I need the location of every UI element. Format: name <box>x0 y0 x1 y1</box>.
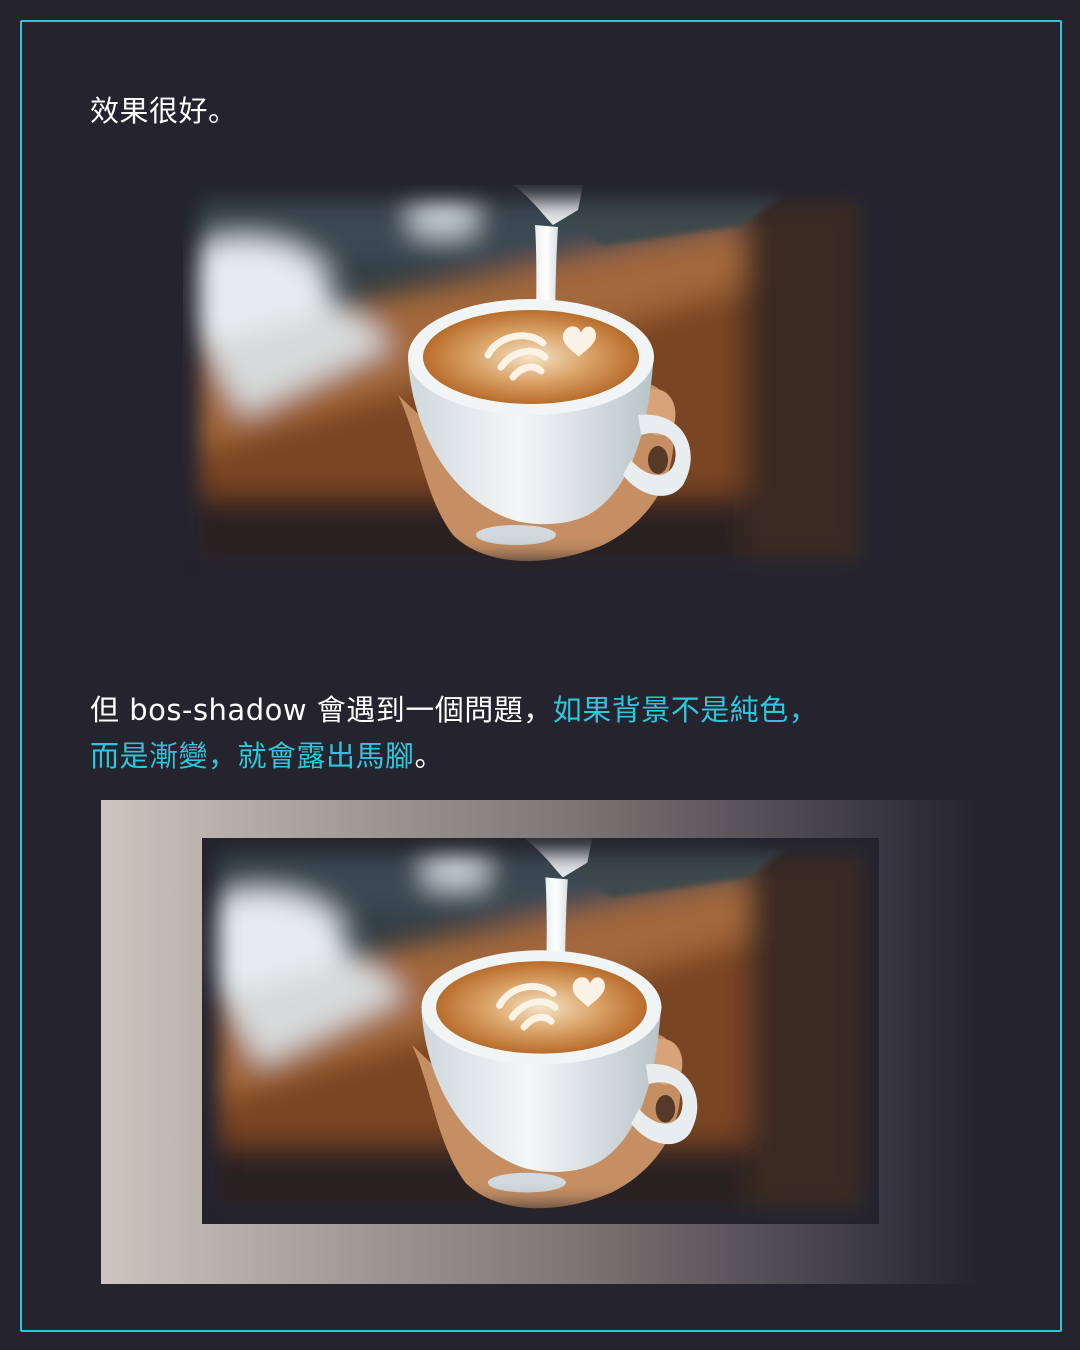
caption-problem: 但 bos-shadow 會遇到一個問題，如果背景不是純色， 而是漸變，就會露出馬… <box>90 687 818 779</box>
caption-good-effect: 效果很好。 <box>90 88 238 134</box>
caption-good-effect-text: 效果很好。 <box>90 94 238 128</box>
latte-photo-soft-edge <box>183 185 877 577</box>
caption-problem-text: 但 bos-shadow 會遇到一個問題， <box>90 693 553 727</box>
caption-problem-highlight-2: 而是漸變，就會露出馬腳 <box>90 739 415 773</box>
latte-photo-on-gradient <box>202 838 879 1224</box>
caption-problem-highlight-1: 如果背景不是純色， <box>552 693 819 727</box>
caption-problem-end: 。 <box>414 739 445 773</box>
